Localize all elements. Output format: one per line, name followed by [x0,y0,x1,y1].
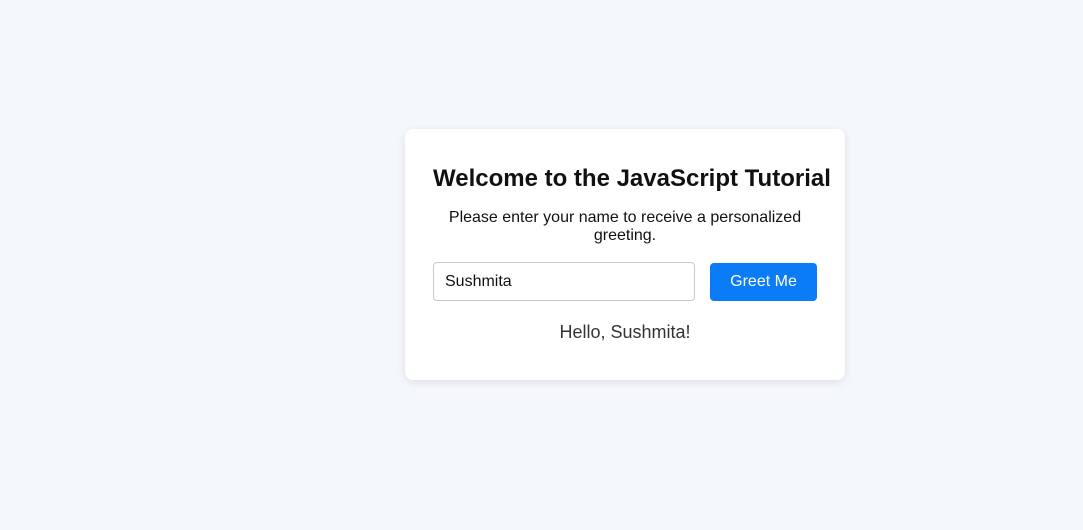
greeting-card: Welcome to the JavaScript Tutorial Pleas… [405,129,845,380]
input-row: Greet Me [433,262,817,301]
greeting-output: Hello, Sushmita! [559,322,691,342]
instructions-text: Please enter your name to receive a pers… [448,209,802,244]
greet-me-button[interactable]: Greet Me [710,262,817,301]
name-input[interactable] [433,262,695,301]
page-title: Welcome to the JavaScript Tutorial [433,165,831,192]
